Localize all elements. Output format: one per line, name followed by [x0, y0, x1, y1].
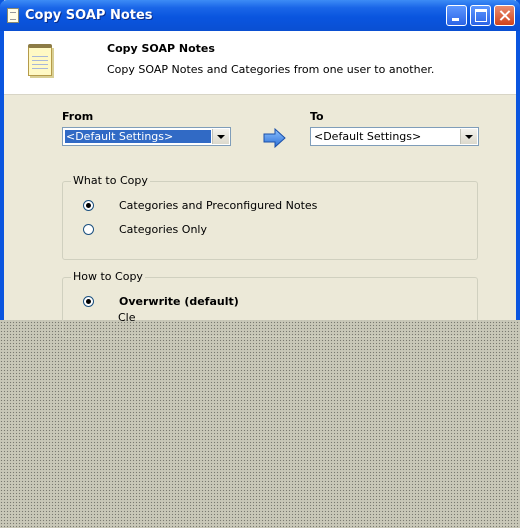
- from-combobox[interactable]: <Default Settings>: [62, 127, 231, 146]
- maximize-button[interactable]: [470, 5, 491, 26]
- to-dropdown-button[interactable]: [460, 129, 477, 144]
- radio-button[interactable]: [83, 224, 94, 235]
- to-combobox[interactable]: <Default Settings>: [310, 127, 479, 146]
- title-bar[interactable]: Copy SOAP Notes: [0, 0, 520, 31]
- radio-label: Categories and Preconfigured Notes: [119, 199, 318, 212]
- how-to-copy-legend: How to Copy: [71, 270, 145, 283]
- dialog-header: Copy SOAP Notes Copy SOAP Notes and Cate…: [4, 31, 516, 95]
- from-combobox-value: <Default Settings>: [64, 129, 212, 144]
- close-button[interactable]: [494, 5, 515, 26]
- window-title: Copy SOAP Notes: [25, 8, 153, 23]
- how-to-copy-group: How to Copy Overwrite (default): [62, 270, 478, 337]
- to-label: To: [310, 110, 324, 123]
- radio-button-checked[interactable]: [83, 296, 94, 307]
- header-title: Copy SOAP Notes: [107, 42, 215, 55]
- radio-label: Categories Only: [119, 223, 207, 236]
- minimize-button[interactable]: [446, 5, 467, 26]
- radio-label: Overwrite (default): [119, 295, 239, 308]
- what-to-copy-legend: What to Copy: [71, 174, 150, 187]
- to-combobox-value: <Default Settings>: [314, 130, 422, 143]
- from-dropdown-button[interactable]: [212, 129, 229, 144]
- dialog-window: Copy SOAP Notes Copy SOAP Notes Copy SOA…: [0, 0, 520, 337]
- header-description: Copy SOAP Notes and Categories from one …: [107, 63, 435, 76]
- radio-button-checked[interactable]: [83, 200, 94, 211]
- from-label: From: [62, 110, 94, 123]
- document-icon: [7, 8, 19, 23]
- arrow-right-icon: [263, 127, 286, 149]
- overwrite-description: Cle: [118, 311, 136, 324]
- notepad-icon: [28, 44, 52, 76]
- what-to-copy-group: What to Copy Categories and Preconfigure…: [62, 174, 478, 260]
